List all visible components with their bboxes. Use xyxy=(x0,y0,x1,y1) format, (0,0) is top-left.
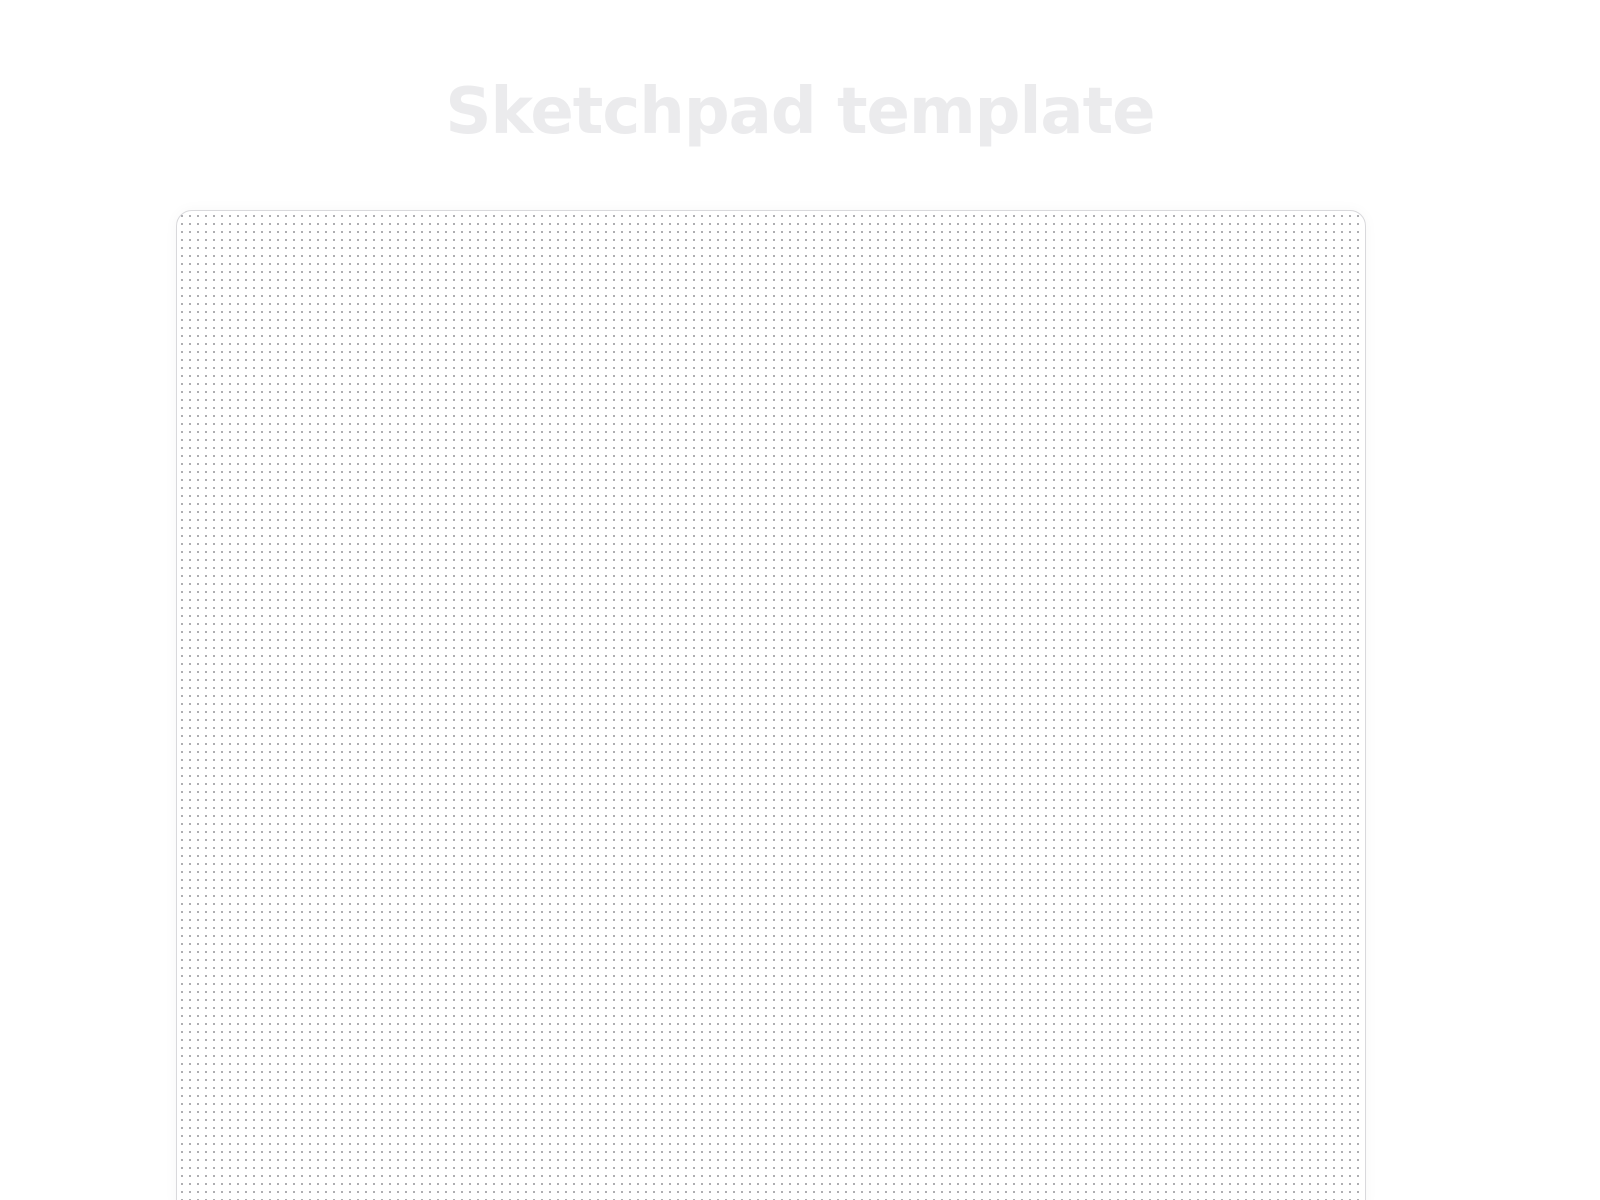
sketchpad-canvas[interactable] xyxy=(176,210,1366,1200)
page-title: Sketchpad template xyxy=(445,75,1155,149)
page: Sketchpad template xyxy=(0,0,1600,1200)
